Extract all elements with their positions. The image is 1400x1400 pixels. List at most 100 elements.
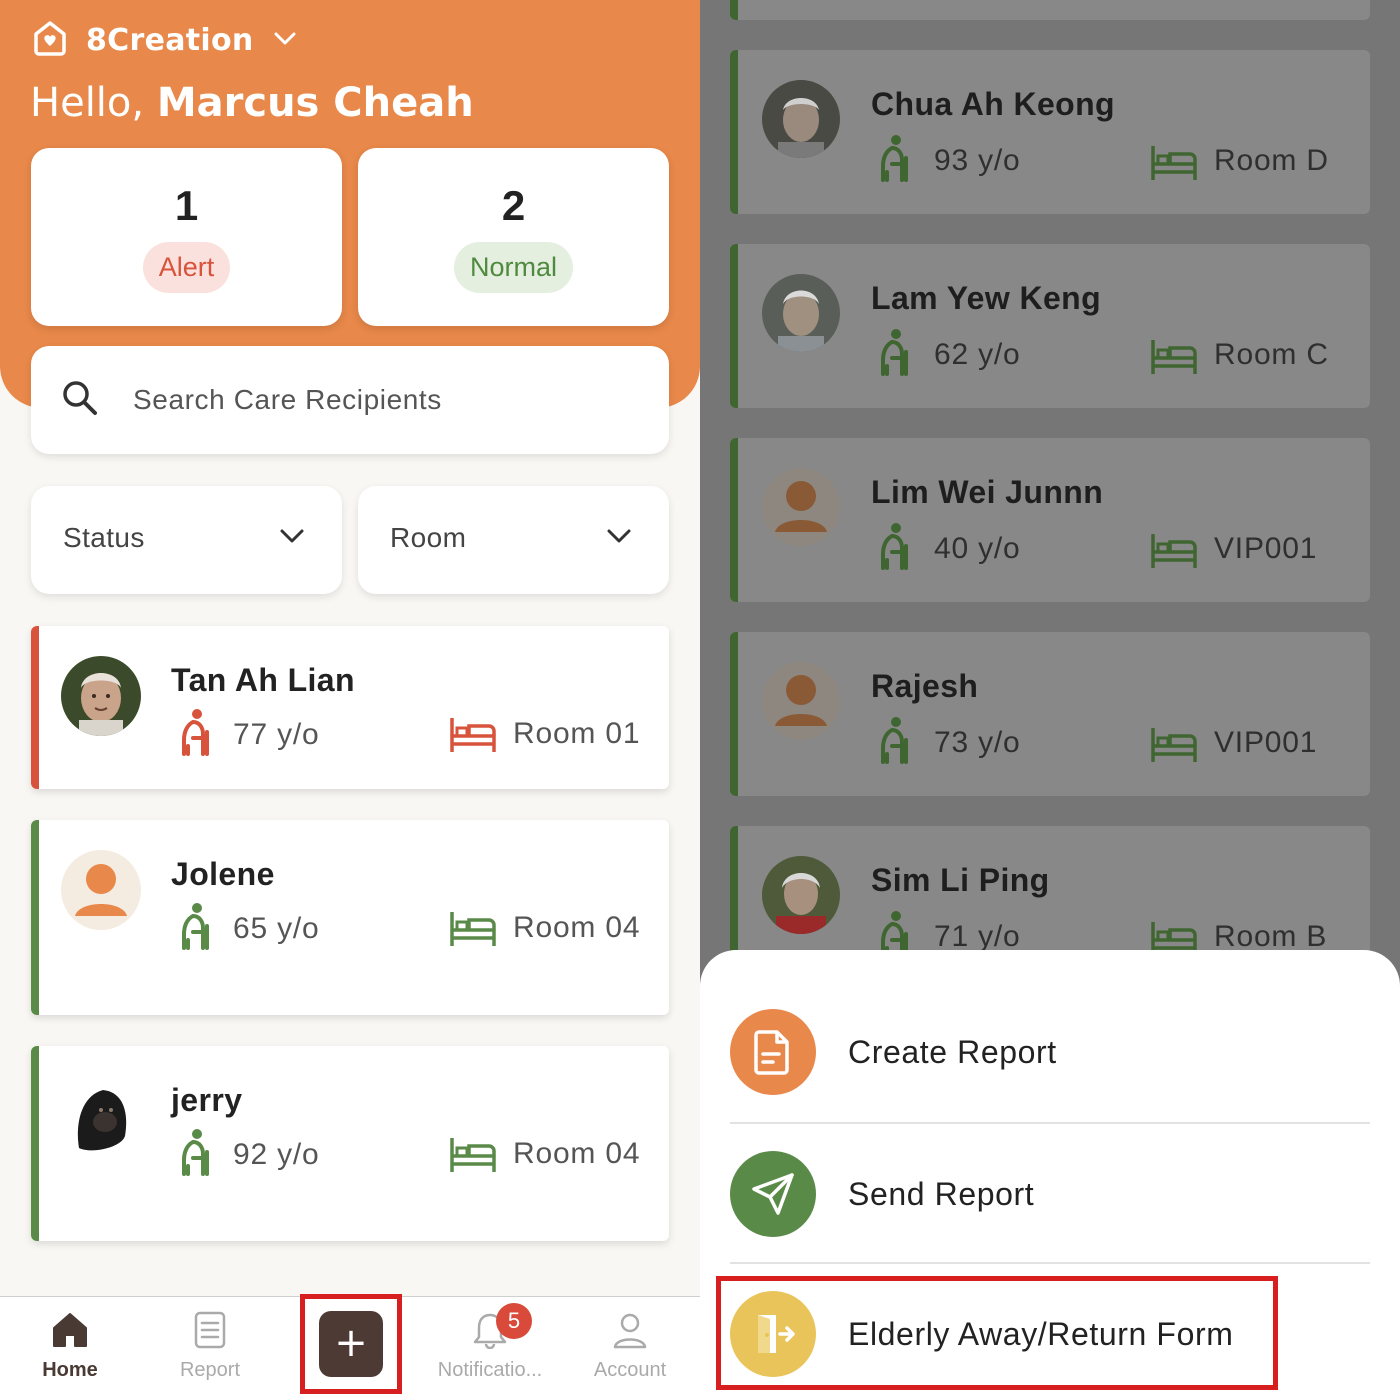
document-icon xyxy=(193,1311,227,1353)
elderly-person-icon xyxy=(876,716,912,770)
normal-stat-card[interactable]: 2 Normal xyxy=(358,148,669,326)
recipient-name: Lim Wei Junnn xyxy=(871,474,1104,510)
nav-notifications-label: Notificatio... xyxy=(437,1359,543,1381)
avatar-placeholder-icon xyxy=(762,662,840,740)
status-indicator-bar xyxy=(31,626,39,789)
create-report-action[interactable]: Create Report xyxy=(730,982,1370,1122)
nav-account-label: Account xyxy=(593,1359,667,1381)
greeting-prefix: Hello, xyxy=(30,80,145,126)
person-icon xyxy=(611,1313,649,1353)
add-button[interactable]: + xyxy=(319,1311,383,1377)
bed-icon xyxy=(449,1134,497,1178)
search-bar xyxy=(31,346,669,454)
create-report-label: Create Report xyxy=(848,1033,1057,1070)
avatar-placeholder-icon xyxy=(762,468,840,546)
recipient-name: Tan Ah Lian xyxy=(171,662,355,698)
recipient-age: 92 y/o xyxy=(233,1138,320,1171)
nav-report-label: Report xyxy=(179,1359,241,1381)
org-switcher[interactable]: 8Creation xyxy=(30,20,296,60)
avatar xyxy=(762,80,840,158)
recipient-room: Room D xyxy=(1214,144,1329,177)
room-filter-label: Room xyxy=(390,522,467,553)
elderly-person-icon xyxy=(876,328,912,382)
home-screen-with-action-sheet: Chua Ah Keong 93 y/o Room D Lam Yew Keng… xyxy=(700,0,1400,1400)
home-icon xyxy=(51,1313,89,1353)
recipient-card[interactable]: Tan Ah Lian 77 y/o Room 01 xyxy=(31,626,669,789)
recipient-card[interactable]: jerry 92 y/o Room 04 xyxy=(31,1046,669,1241)
highlight-frame: + xyxy=(300,1294,402,1394)
bed-icon xyxy=(449,908,497,952)
send-report-action[interactable]: Send Report xyxy=(730,1124,1370,1264)
recipient-card[interactable]: Jolene 65 y/o Room 04 xyxy=(31,820,669,1015)
normal-count: 2 xyxy=(501,182,526,229)
greeting: Hello, Marcus Cheah xyxy=(30,80,474,126)
recipient-room: Room 04 xyxy=(513,1137,641,1170)
normal-badge: Normal xyxy=(453,242,573,293)
house-heart-icon xyxy=(30,18,70,62)
bell-icon xyxy=(472,1313,508,1353)
status-indicator-bar xyxy=(730,50,738,214)
elderly-person-icon xyxy=(876,134,912,188)
search-icon xyxy=(61,379,99,421)
recipient-age: 77 y/o xyxy=(233,718,320,751)
recipient-room: Room 04 xyxy=(513,911,641,944)
avatar xyxy=(762,274,840,352)
status-indicator-bar xyxy=(730,244,738,408)
recipient-age: 93 y/o xyxy=(934,144,1021,177)
user-name: Marcus Cheah xyxy=(156,80,474,126)
recipient-name: jerry xyxy=(171,1082,243,1118)
nav-home-label: Home xyxy=(42,1359,98,1381)
recipient-card: Lam Yew Keng 62 y/o Room C xyxy=(730,244,1370,408)
recipient-card: Chua Ah Keong 93 y/o Room D xyxy=(730,50,1370,214)
recipient-card xyxy=(730,0,1370,20)
search-input[interactable] xyxy=(133,384,613,416)
recipient-room: VIP001 xyxy=(1214,532,1318,565)
avatar xyxy=(61,656,141,736)
recipient-name: Rajesh xyxy=(871,668,979,704)
send-report-label: Send Report xyxy=(848,1175,1035,1212)
recipient-age: 73 y/o xyxy=(934,726,1021,759)
recipient-age: 62 y/o xyxy=(934,338,1021,371)
report-doc-icon xyxy=(730,1009,816,1095)
recipient-name: Lam Yew Keng xyxy=(871,280,1102,316)
recipient-room: Room B xyxy=(1214,920,1328,953)
status-indicator-bar xyxy=(730,0,738,20)
status-indicator-bar xyxy=(31,820,39,1015)
highlight-frame xyxy=(716,1276,1278,1390)
bed-icon xyxy=(1150,142,1198,186)
status-indicator-bar xyxy=(730,632,738,796)
bed-icon xyxy=(1150,336,1198,380)
org-name: 8Creation xyxy=(86,22,254,58)
recipient-room: Room C xyxy=(1214,338,1329,371)
elderly-person-icon xyxy=(177,708,213,762)
bed-icon xyxy=(449,714,497,758)
avatar xyxy=(61,1076,141,1156)
status-filter-label: Status xyxy=(63,522,145,553)
send-plane-icon xyxy=(730,1151,816,1237)
status-filter-dropdown[interactable]: Status xyxy=(31,486,342,594)
elderly-person-icon xyxy=(177,1128,213,1182)
alert-stat-card[interactable]: 1 Alert xyxy=(31,148,342,326)
alert-count: 1 xyxy=(174,182,199,229)
nav-report[interactable]: Report xyxy=(150,1311,270,1382)
nav-home[interactable]: Home xyxy=(10,1311,130,1382)
recipient-card: Rajesh 73 y/o VIP001 xyxy=(730,632,1370,796)
elderly-person-icon xyxy=(876,522,912,576)
recipient-name: Jolene xyxy=(171,856,275,892)
status-indicator-bar xyxy=(31,1046,39,1241)
bed-icon xyxy=(1150,530,1198,574)
status-indicator-bar xyxy=(730,438,738,602)
nav-account[interactable]: Account xyxy=(570,1311,690,1382)
room-filter-dropdown[interactable]: Room xyxy=(358,486,669,594)
bed-icon xyxy=(1150,724,1198,768)
recipient-name: Sim Li Ping xyxy=(871,862,1050,898)
avatar-placeholder-icon xyxy=(61,850,141,930)
home-screen: 8Creation Hello, Marcus Cheah 1 Alert 2 … xyxy=(0,0,700,1400)
recipient-card: Lim Wei Junnn 40 y/o VIP001 xyxy=(730,438,1370,602)
recipient-room: VIP001 xyxy=(1214,726,1318,759)
avatar xyxy=(762,856,840,934)
nav-notifications[interactable]: 5 Notificatio... xyxy=(430,1303,550,1382)
alert-badge: Alert xyxy=(142,242,231,293)
elderly-person-icon xyxy=(177,902,213,956)
recipient-age: 71 y/o xyxy=(934,920,1021,953)
